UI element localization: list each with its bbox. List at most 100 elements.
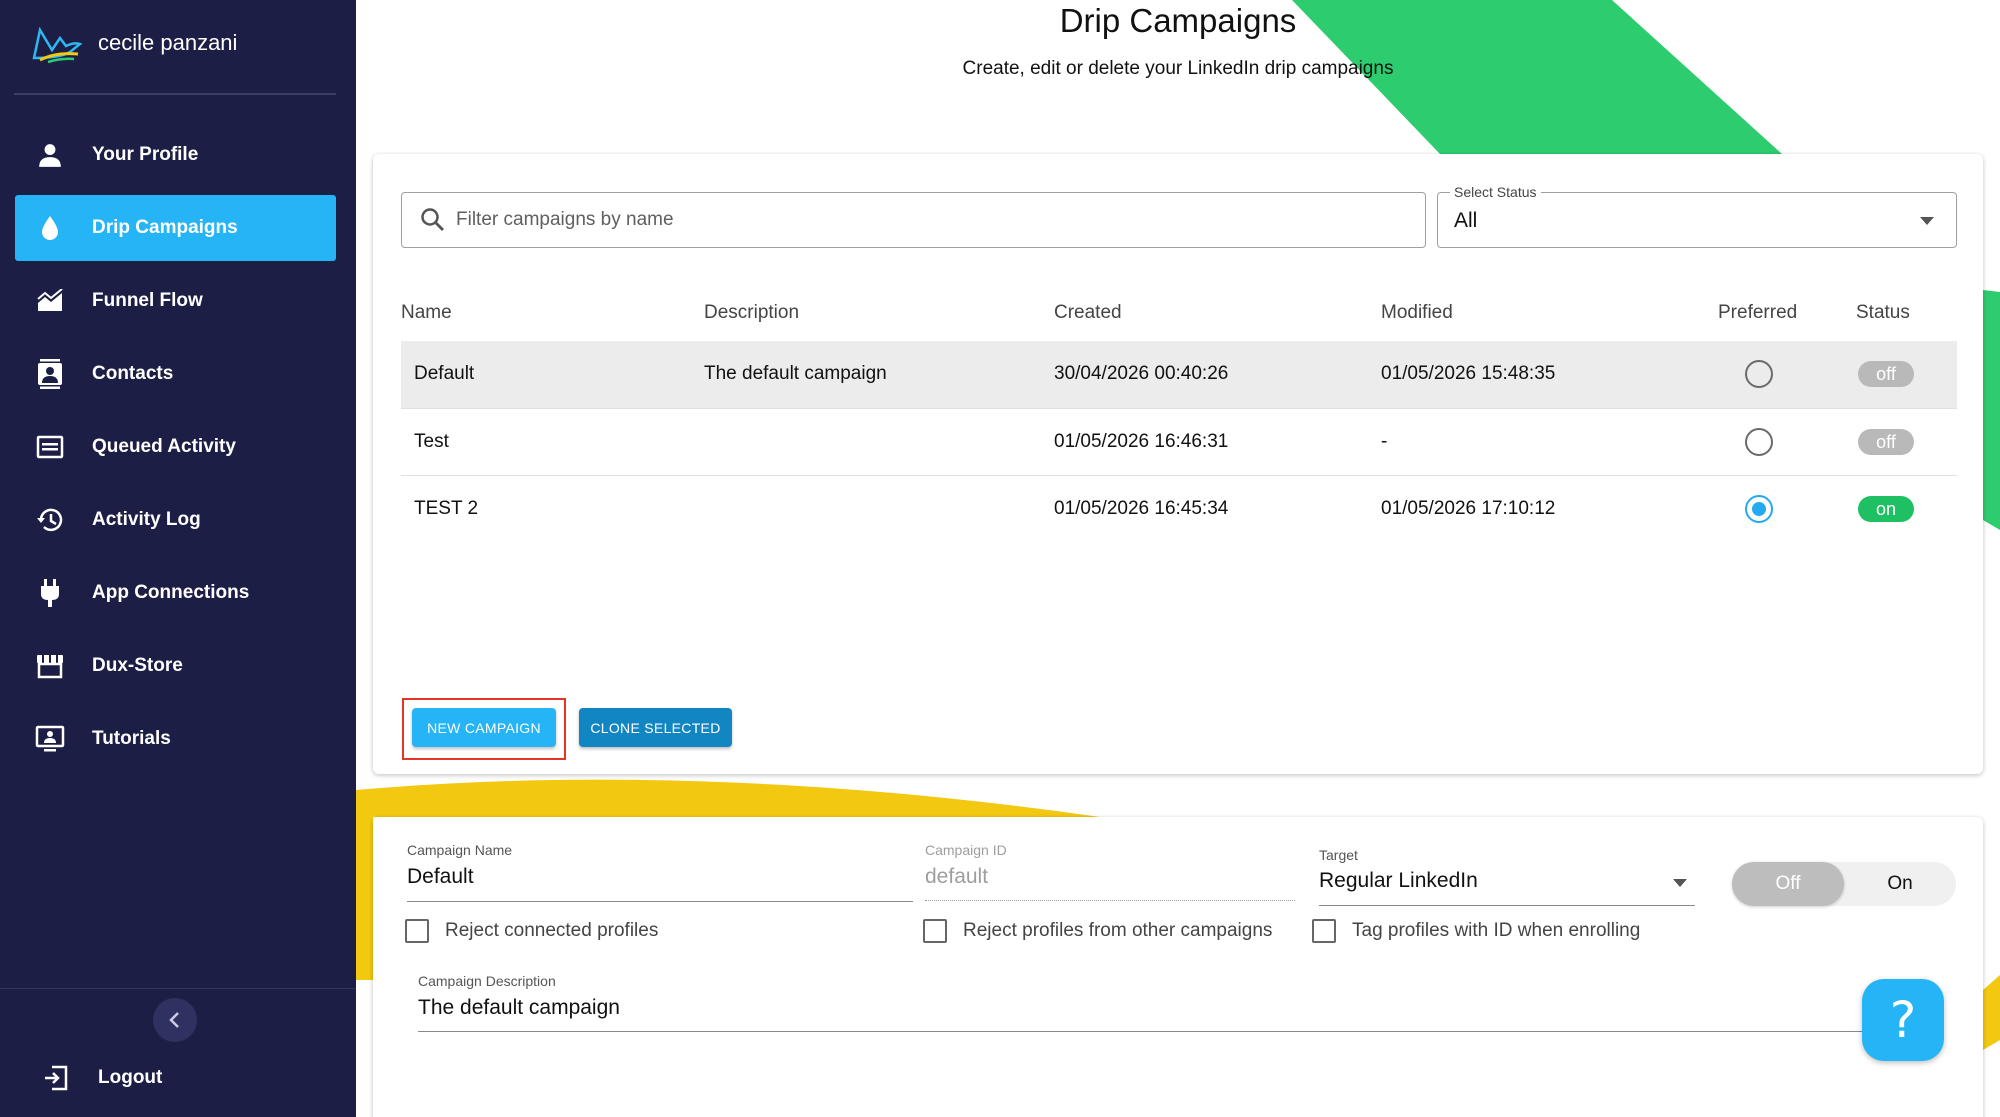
area-chart-icon xyxy=(35,286,65,316)
campaign-on-off-toggle[interactable]: Off On xyxy=(1732,862,1956,906)
checkbox-label: Tag profiles with ID when enrolling xyxy=(1352,920,1641,941)
tag-profiles-checkbox[interactable]: Tag profiles with ID when enrolling xyxy=(1312,919,1640,943)
campaign-modified: - xyxy=(1381,408,1718,476)
queue-icon xyxy=(35,432,65,462)
campaign-name: Default xyxy=(401,341,704,409)
radio-dot xyxy=(1752,501,1766,516)
target-select-value: Regular LinkedIn xyxy=(1319,869,1478,892)
campaign-description-input[interactable]: The default campaign xyxy=(418,996,620,1020)
search-icon xyxy=(421,208,444,231)
campaign-description xyxy=(704,408,1054,476)
status-cell: off xyxy=(1856,341,1957,409)
status-toggle[interactable]: off xyxy=(1858,428,1914,455)
sidebar-item-drip-campaigns[interactable]: Drip Campaigns xyxy=(15,195,336,261)
status-cell: on xyxy=(1856,475,1957,542)
table-row[interactable]: Test 01/05/2026 16:46:31 - off xyxy=(401,408,1957,476)
column-header-preferred[interactable]: Preferred xyxy=(1718,284,1856,341)
checkbox-label: Reject profiles from other campaigns xyxy=(963,920,1273,941)
campaign-name-label: Campaign Name xyxy=(407,842,513,858)
preferred-cell xyxy=(1718,341,1856,409)
checkbox[interactable] xyxy=(1312,919,1336,943)
sidebar-divider xyxy=(14,93,336,95)
campaign-modified: 01/05/2026 17:10:12 xyxy=(1381,497,1556,519)
target-label: Target xyxy=(1319,847,1358,863)
column-header-name[interactable]: Name xyxy=(401,284,704,341)
monitor-person-icon xyxy=(35,724,65,754)
contact-card-icon xyxy=(35,359,65,389)
status-select-value: All xyxy=(1454,209,1478,232)
campaigns-card: Select Status All Name Description Creat… xyxy=(373,154,1983,774)
chevron-down-icon xyxy=(1673,879,1687,887)
preferred-cell xyxy=(1718,408,1856,476)
toggle-off-option[interactable]: Off xyxy=(1732,862,1844,906)
search-input[interactable] xyxy=(456,209,1356,231)
sidebar-item-app-connections[interactable]: App Connections xyxy=(15,560,336,626)
sidebar-item-label: Queued Activity xyxy=(92,436,236,457)
target-select[interactable]: Regular LinkedIn xyxy=(1319,867,1695,903)
preferred-radio[interactable] xyxy=(1745,360,1773,389)
sidebar-item-funnel-flow[interactable]: Funnel Flow xyxy=(15,268,336,334)
sidebar-divider xyxy=(0,988,356,989)
campaign-id-underline xyxy=(925,900,1295,901)
chevron-left-icon xyxy=(169,1012,179,1028)
sidebar-item-label: Your Profile xyxy=(92,144,199,165)
status-select[interactable]: Select Status All xyxy=(1437,184,1957,248)
campaign-name: Test xyxy=(401,408,704,476)
campaign-id-field: default xyxy=(925,865,989,888)
column-header-description[interactable]: Description xyxy=(704,284,1054,341)
sidebar-item-label: Contacts xyxy=(92,363,174,384)
campaign-description xyxy=(704,475,1054,542)
campaign-name-underline xyxy=(407,901,913,902)
sidebar-item-your-profile[interactable]: Your Profile xyxy=(15,122,336,188)
logout-label: Logout xyxy=(98,1067,163,1088)
column-header-status[interactable]: Status xyxy=(1856,284,1957,341)
preferred-cell xyxy=(1718,475,1856,542)
campaign-modified: 01/05/2026 15:48:35 xyxy=(1381,341,1718,409)
drop-icon xyxy=(35,213,65,243)
status-toggle[interactable]: on xyxy=(1858,495,1914,522)
preferred-radio[interactable] xyxy=(1745,494,1773,523)
preferred-radio[interactable] xyxy=(1745,427,1773,456)
campaign-created: 01/05/2026 16:46:31 xyxy=(1054,408,1381,476)
campaign-description: The default campaign xyxy=(704,341,1054,409)
checkbox[interactable] xyxy=(405,919,429,943)
search-field[interactable] xyxy=(401,192,1426,248)
reject-connected-checkbox[interactable]: Reject connected profiles xyxy=(405,919,658,943)
column-header-modified[interactable]: Modified xyxy=(1381,284,1718,341)
campaign-name: TEST 2 xyxy=(414,497,479,519)
page-title: Drip Campaigns xyxy=(1059,2,1297,39)
plug-icon xyxy=(35,578,65,608)
clone-selected-button[interactable]: CLONE SELECTED xyxy=(579,708,732,747)
sidebar-item-label: Tutorials xyxy=(92,728,171,749)
toggle-on-option[interactable]: On xyxy=(1844,862,1956,906)
page-subtitle: Create, edit or delete your LinkedIn dri… xyxy=(962,58,1394,79)
table-row[interactable]: Default The default campaign 30/04/2026 … xyxy=(401,341,1957,409)
campaigns-table: Name Description Created Modified Prefer… xyxy=(401,284,1957,542)
sidebar-item-queued-activity[interactable]: Queued Activity xyxy=(15,414,336,480)
column-header-created[interactable]: Created xyxy=(1054,284,1381,341)
bird-logo-icon xyxy=(32,26,82,64)
checkbox-label: Reject connected profiles xyxy=(445,920,659,941)
user-name: cecile panzani xyxy=(98,30,238,55)
sidebar-item-contacts[interactable]: Contacts xyxy=(15,341,336,407)
new-campaign-button[interactable]: NEW CAMPAIGN xyxy=(412,708,556,747)
brand: cecile panzani xyxy=(30,20,237,66)
sidebar-item-activity-log[interactable]: Activity Log xyxy=(15,487,336,553)
campaign-id-label: Campaign ID xyxy=(925,842,1007,858)
logout-button[interactable]: Logout xyxy=(42,1064,162,1092)
status-toggle[interactable]: off xyxy=(1858,361,1914,388)
reject-other-campaigns-checkbox[interactable]: Reject profiles from other campaigns xyxy=(923,919,1272,943)
collapse-sidebar-button[interactable] xyxy=(153,998,197,1042)
campaign-detail-card: Campaign Name Default Campaign ID defaul… xyxy=(373,817,1983,1117)
chevron-down-icon xyxy=(1920,217,1934,225)
sidebar-nav: Your Profile Drip Campaigns Funnel Flow … xyxy=(15,122,336,779)
sidebar-item-dux-store[interactable]: Dux-Store xyxy=(15,633,336,699)
campaign-name-input[interactable]: Default xyxy=(407,865,474,889)
campaign-created: 01/05/2026 16:45:34 xyxy=(1054,497,1229,519)
checkbox[interactable] xyxy=(923,919,947,943)
campaign-description-underline xyxy=(418,1031,1928,1032)
table-row[interactable]: TEST 2 01/05/2026 16:45:34 01/05/2026 17… xyxy=(401,475,1957,542)
sidebar: cecile panzani Your Profile Drip Campaig… xyxy=(0,0,356,1117)
sidebar-item-tutorials[interactable]: Tutorials xyxy=(15,706,336,772)
help-button[interactable]: ? xyxy=(1862,979,1944,1061)
